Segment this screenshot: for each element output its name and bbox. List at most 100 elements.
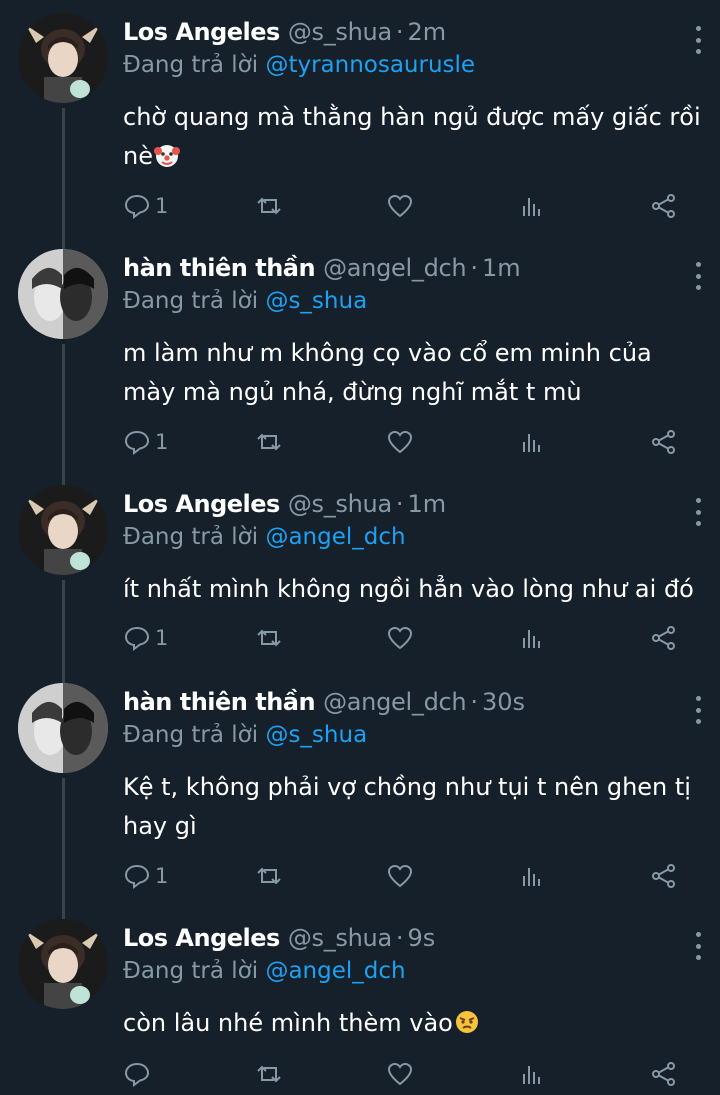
user-handle[interactable]: @angel_dch bbox=[323, 688, 467, 716]
replying-to-label: Đang trả lời bbox=[123, 524, 259, 550]
retweet-icon bbox=[257, 433, 281, 451]
retweet-button[interactable] bbox=[255, 1058, 283, 1090]
tweet-actions: 1 bbox=[123, 190, 683, 222]
avatar[interactable] bbox=[18, 919, 108, 1009]
more-options-icon[interactable] bbox=[692, 696, 704, 724]
share-icon bbox=[652, 864, 675, 888]
like-button[interactable] bbox=[386, 1058, 414, 1090]
analytics-icon bbox=[523, 868, 540, 886]
reply-button[interactable]: 1 bbox=[123, 860, 168, 892]
tweet-text-body: Kệ t, không phải vợ chồng như tụi t nên … bbox=[123, 773, 691, 840]
timestamp[interactable]: 1m bbox=[482, 254, 521, 282]
tweet-text: Kệ t, không phải vợ chồng như tụi t nên … bbox=[123, 768, 703, 846]
replying-to: Đang trả lời @s_shua bbox=[123, 722, 700, 756]
avatar[interactable] bbox=[18, 13, 108, 103]
reply-count: 1 bbox=[155, 194, 169, 218]
mention-link[interactable]: @tyrannosaurusle bbox=[265, 52, 475, 78]
tweet-text: chờ quang mà thằng hàn ngủ được mấy giấc… bbox=[123, 98, 703, 176]
mention-link[interactable]: @angel_dch bbox=[265, 958, 405, 984]
share-button[interactable] bbox=[650, 190, 678, 222]
separator-dot: · bbox=[395, 924, 404, 952]
mention-link[interactable]: @angel_dch bbox=[265, 524, 405, 550]
reply-button[interactable]: 1 bbox=[123, 622, 168, 654]
like-button[interactable] bbox=[386, 860, 414, 892]
separator-dot: · bbox=[395, 18, 404, 46]
reply-count: 1 bbox=[155, 864, 169, 888]
timestamp[interactable]: 1m bbox=[408, 490, 447, 518]
reply-button[interactable] bbox=[123, 1058, 155, 1090]
mention-link[interactable]: @s_shua bbox=[265, 288, 367, 314]
share-icon bbox=[652, 626, 675, 650]
share-button[interactable] bbox=[650, 622, 678, 654]
display-name[interactable]: Los Angeles bbox=[123, 18, 280, 46]
reply-button[interactable]: 1 bbox=[123, 426, 168, 458]
user-handle[interactable]: @s_shua bbox=[288, 924, 392, 952]
analytics-button[interactable] bbox=[518, 190, 546, 222]
retweet-icon bbox=[257, 867, 281, 885]
share-button[interactable] bbox=[650, 1058, 678, 1090]
heart-icon bbox=[387, 1062, 413, 1086]
analytics-button[interactable] bbox=[518, 1058, 546, 1090]
mention-link[interactable]: @s_shua bbox=[265, 722, 367, 748]
retweet-button[interactable] bbox=[255, 426, 283, 458]
angry-face-icon bbox=[455, 1011, 478, 1033]
heart-icon bbox=[387, 864, 413, 888]
avatar[interactable] bbox=[18, 249, 108, 339]
analytics-icon bbox=[523, 198, 540, 216]
display-name[interactable]: hàn thiên thần bbox=[123, 254, 316, 282]
retweet-icon bbox=[257, 1065, 281, 1083]
avatar[interactable] bbox=[18, 485, 108, 575]
retweet-button[interactable] bbox=[255, 622, 283, 654]
reply-button[interactable]: 1 bbox=[123, 190, 168, 222]
replying-to-label: Đang trả lời bbox=[123, 958, 259, 984]
reply-count: 1 bbox=[155, 430, 169, 454]
replying-to-label: Đang trả lời bbox=[123, 288, 259, 314]
thread-connector bbox=[62, 580, 65, 684]
heart-icon bbox=[387, 626, 413, 650]
analytics-button[interactable] bbox=[518, 622, 546, 654]
tweet-text-body: m làm như m không cọ vào cổ em minh của … bbox=[123, 339, 652, 406]
user-handle[interactable]: @angel_dch bbox=[323, 254, 467, 282]
more-options-icon[interactable] bbox=[692, 262, 704, 290]
analytics-icon bbox=[523, 434, 540, 452]
timestamp[interactable]: 9s bbox=[408, 924, 436, 952]
analytics-button[interactable] bbox=[518, 860, 546, 892]
user-handle[interactable]: @s_shua bbox=[288, 18, 392, 46]
display-name[interactable]: hàn thiên thần bbox=[123, 688, 316, 716]
timestamp[interactable]: 30s bbox=[482, 688, 525, 716]
replying-to-label: Đang trả lời bbox=[123, 52, 259, 78]
tweet-text-body: còn lâu nhé mình thèm vào bbox=[123, 1009, 453, 1037]
more-options-icon[interactable] bbox=[692, 932, 704, 960]
retweet-icon bbox=[257, 629, 281, 647]
user-handle[interactable]: @s_shua bbox=[288, 490, 392, 518]
display-name[interactable]: Los Angeles bbox=[123, 924, 280, 952]
replying-to: Đang trả lời @angel_dch bbox=[123, 958, 700, 992]
tweet-actions bbox=[123, 1058, 683, 1090]
reply-icon bbox=[124, 626, 150, 651]
clown-face-icon bbox=[153, 145, 180, 167]
reply-thread: Los Angeles @s_shua · 2m Đang trả lời @t… bbox=[0, 0, 720, 1095]
share-button[interactable] bbox=[650, 860, 678, 892]
timestamp[interactable]: 2m bbox=[408, 18, 447, 46]
share-icon bbox=[652, 430, 675, 454]
analytics-icon bbox=[523, 1066, 540, 1084]
tweet-actions: 1 bbox=[123, 426, 683, 458]
separator-dot: · bbox=[395, 490, 404, 518]
thread-connector bbox=[62, 778, 65, 920]
tweet-text: m làm như m không cọ vào cổ em minh của … bbox=[123, 334, 703, 412]
like-button[interactable] bbox=[386, 426, 414, 458]
like-button[interactable] bbox=[386, 622, 414, 654]
analytics-button[interactable] bbox=[518, 426, 546, 458]
like-button[interactable] bbox=[386, 190, 414, 222]
replying-to: Đang trả lời @tyrannosaurusle bbox=[123, 52, 700, 86]
avatar[interactable] bbox=[18, 683, 108, 773]
share-button[interactable] bbox=[650, 426, 678, 458]
more-options-icon[interactable] bbox=[692, 498, 704, 526]
heart-icon bbox=[387, 430, 413, 454]
share-icon bbox=[652, 194, 675, 218]
retweet-button[interactable] bbox=[255, 190, 283, 222]
retweet-button[interactable] bbox=[255, 860, 283, 892]
reply-icon bbox=[124, 194, 150, 219]
display-name[interactable]: Los Angeles bbox=[123, 490, 280, 518]
more-options-icon[interactable] bbox=[692, 26, 704, 54]
